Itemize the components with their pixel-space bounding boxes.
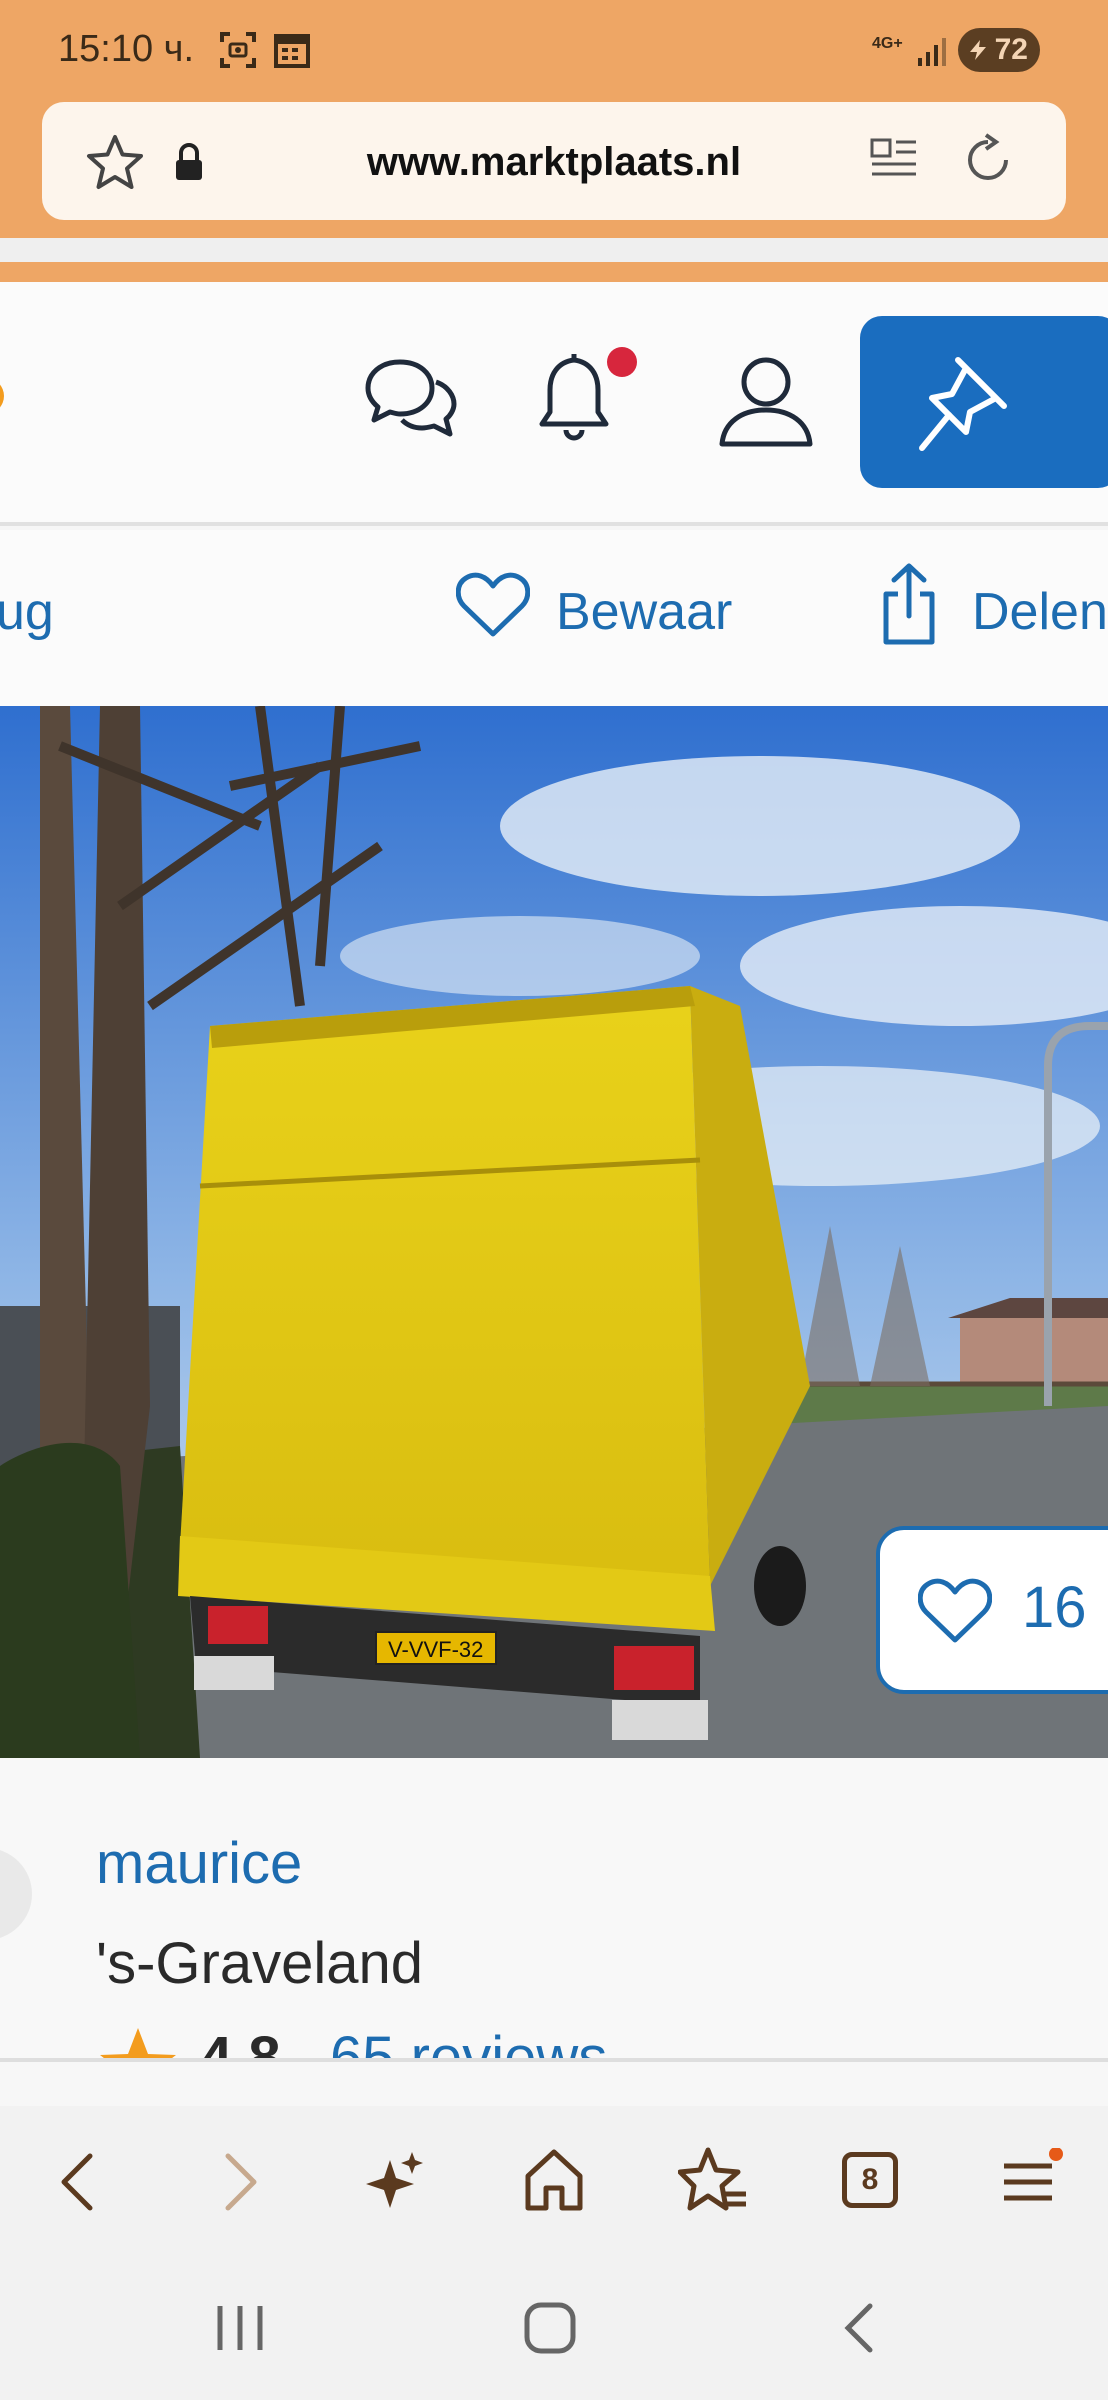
ai-sparkle-icon[interactable]	[362, 2148, 428, 2214]
reader-mode-icon[interactable]	[868, 134, 920, 186]
network-type: 4G+	[872, 35, 903, 52]
site-accent-strip	[0, 262, 1108, 282]
previous-action-label[interactable]: ug	[0, 582, 54, 642]
screenshot-icon	[220, 32, 256, 68]
license-plate: V-VVF-32	[388, 1637, 483, 1662]
seller-location: 's-Graveland	[96, 1931, 423, 1996]
heart-icon	[918, 1578, 992, 1643]
seller-name-link[interactable]: maurice	[96, 1830, 302, 1897]
bookmarks-icon[interactable]	[678, 2146, 748, 2214]
seller-reviews-link[interactable]: 65 reviews	[330, 2024, 607, 2060]
battery-level: 72	[994, 33, 1028, 66]
seller-section: maurice 's-Graveland 4,8 65 reviews	[0, 1758, 1108, 2060]
reload-icon[interactable]	[960, 132, 1016, 188]
share-label: Delen	[972, 583, 1108, 641]
account-icon[interactable]	[716, 352, 816, 450]
page-edge	[0, 238, 1108, 262]
status-time: 15:10 ч.	[58, 28, 195, 70]
recent-apps-icon[interactable]	[212, 2300, 268, 2356]
back-nav-icon[interactable]	[836, 2300, 884, 2356]
pushpin-icon	[919, 357, 1007, 451]
signal-icon	[918, 38, 946, 66]
save-label: Bewaar	[556, 583, 733, 641]
rating-star-icon	[100, 2028, 176, 2060]
share-button[interactable]: Delen	[880, 563, 1108, 668]
url-bar[interactable]: www.marktplaats.nl	[42, 102, 1066, 220]
calendar-icon	[274, 34, 310, 68]
favorites-badge[interactable]: 16	[876, 1526, 1108, 1694]
logo-fragment	[0, 378, 4, 414]
system-navigation-bar	[0, 2256, 1108, 2400]
menu-icon[interactable]	[998, 2148, 1064, 2212]
content-gap	[0, 2062, 1108, 2106]
notification-dot	[607, 347, 637, 377]
battery-indicator: 72	[958, 28, 1040, 72]
heart-icon	[456, 572, 530, 637]
status-notification-icons	[218, 30, 312, 70]
place-ad-button[interactable]	[860, 316, 1108, 488]
seller-avatar	[0, 1848, 32, 1940]
home-icon[interactable]	[522, 2146, 586, 2214]
messages-icon[interactable]	[362, 352, 460, 446]
notifications-bell-icon[interactable]	[534, 344, 644, 452]
save-button[interactable]: Bewaar	[456, 568, 756, 668]
listing-action-row: ug Bewaar Delen	[0, 530, 1108, 706]
charging-icon	[970, 40, 986, 60]
share-icon	[883, 563, 935, 645]
tabs-button[interactable]: 8	[842, 2152, 898, 2208]
back-icon[interactable]	[54, 2152, 104, 2212]
tab-count: 8	[861, 2163, 879, 2196]
seller-rating: 4,8	[200, 2025, 281, 2060]
browser-toolbar: 8	[0, 2106, 1108, 2256]
favorites-count: 16	[1022, 1575, 1087, 1640]
home-nav-icon[interactable]	[522, 2300, 578, 2356]
forward-icon[interactable]	[214, 2152, 264, 2212]
